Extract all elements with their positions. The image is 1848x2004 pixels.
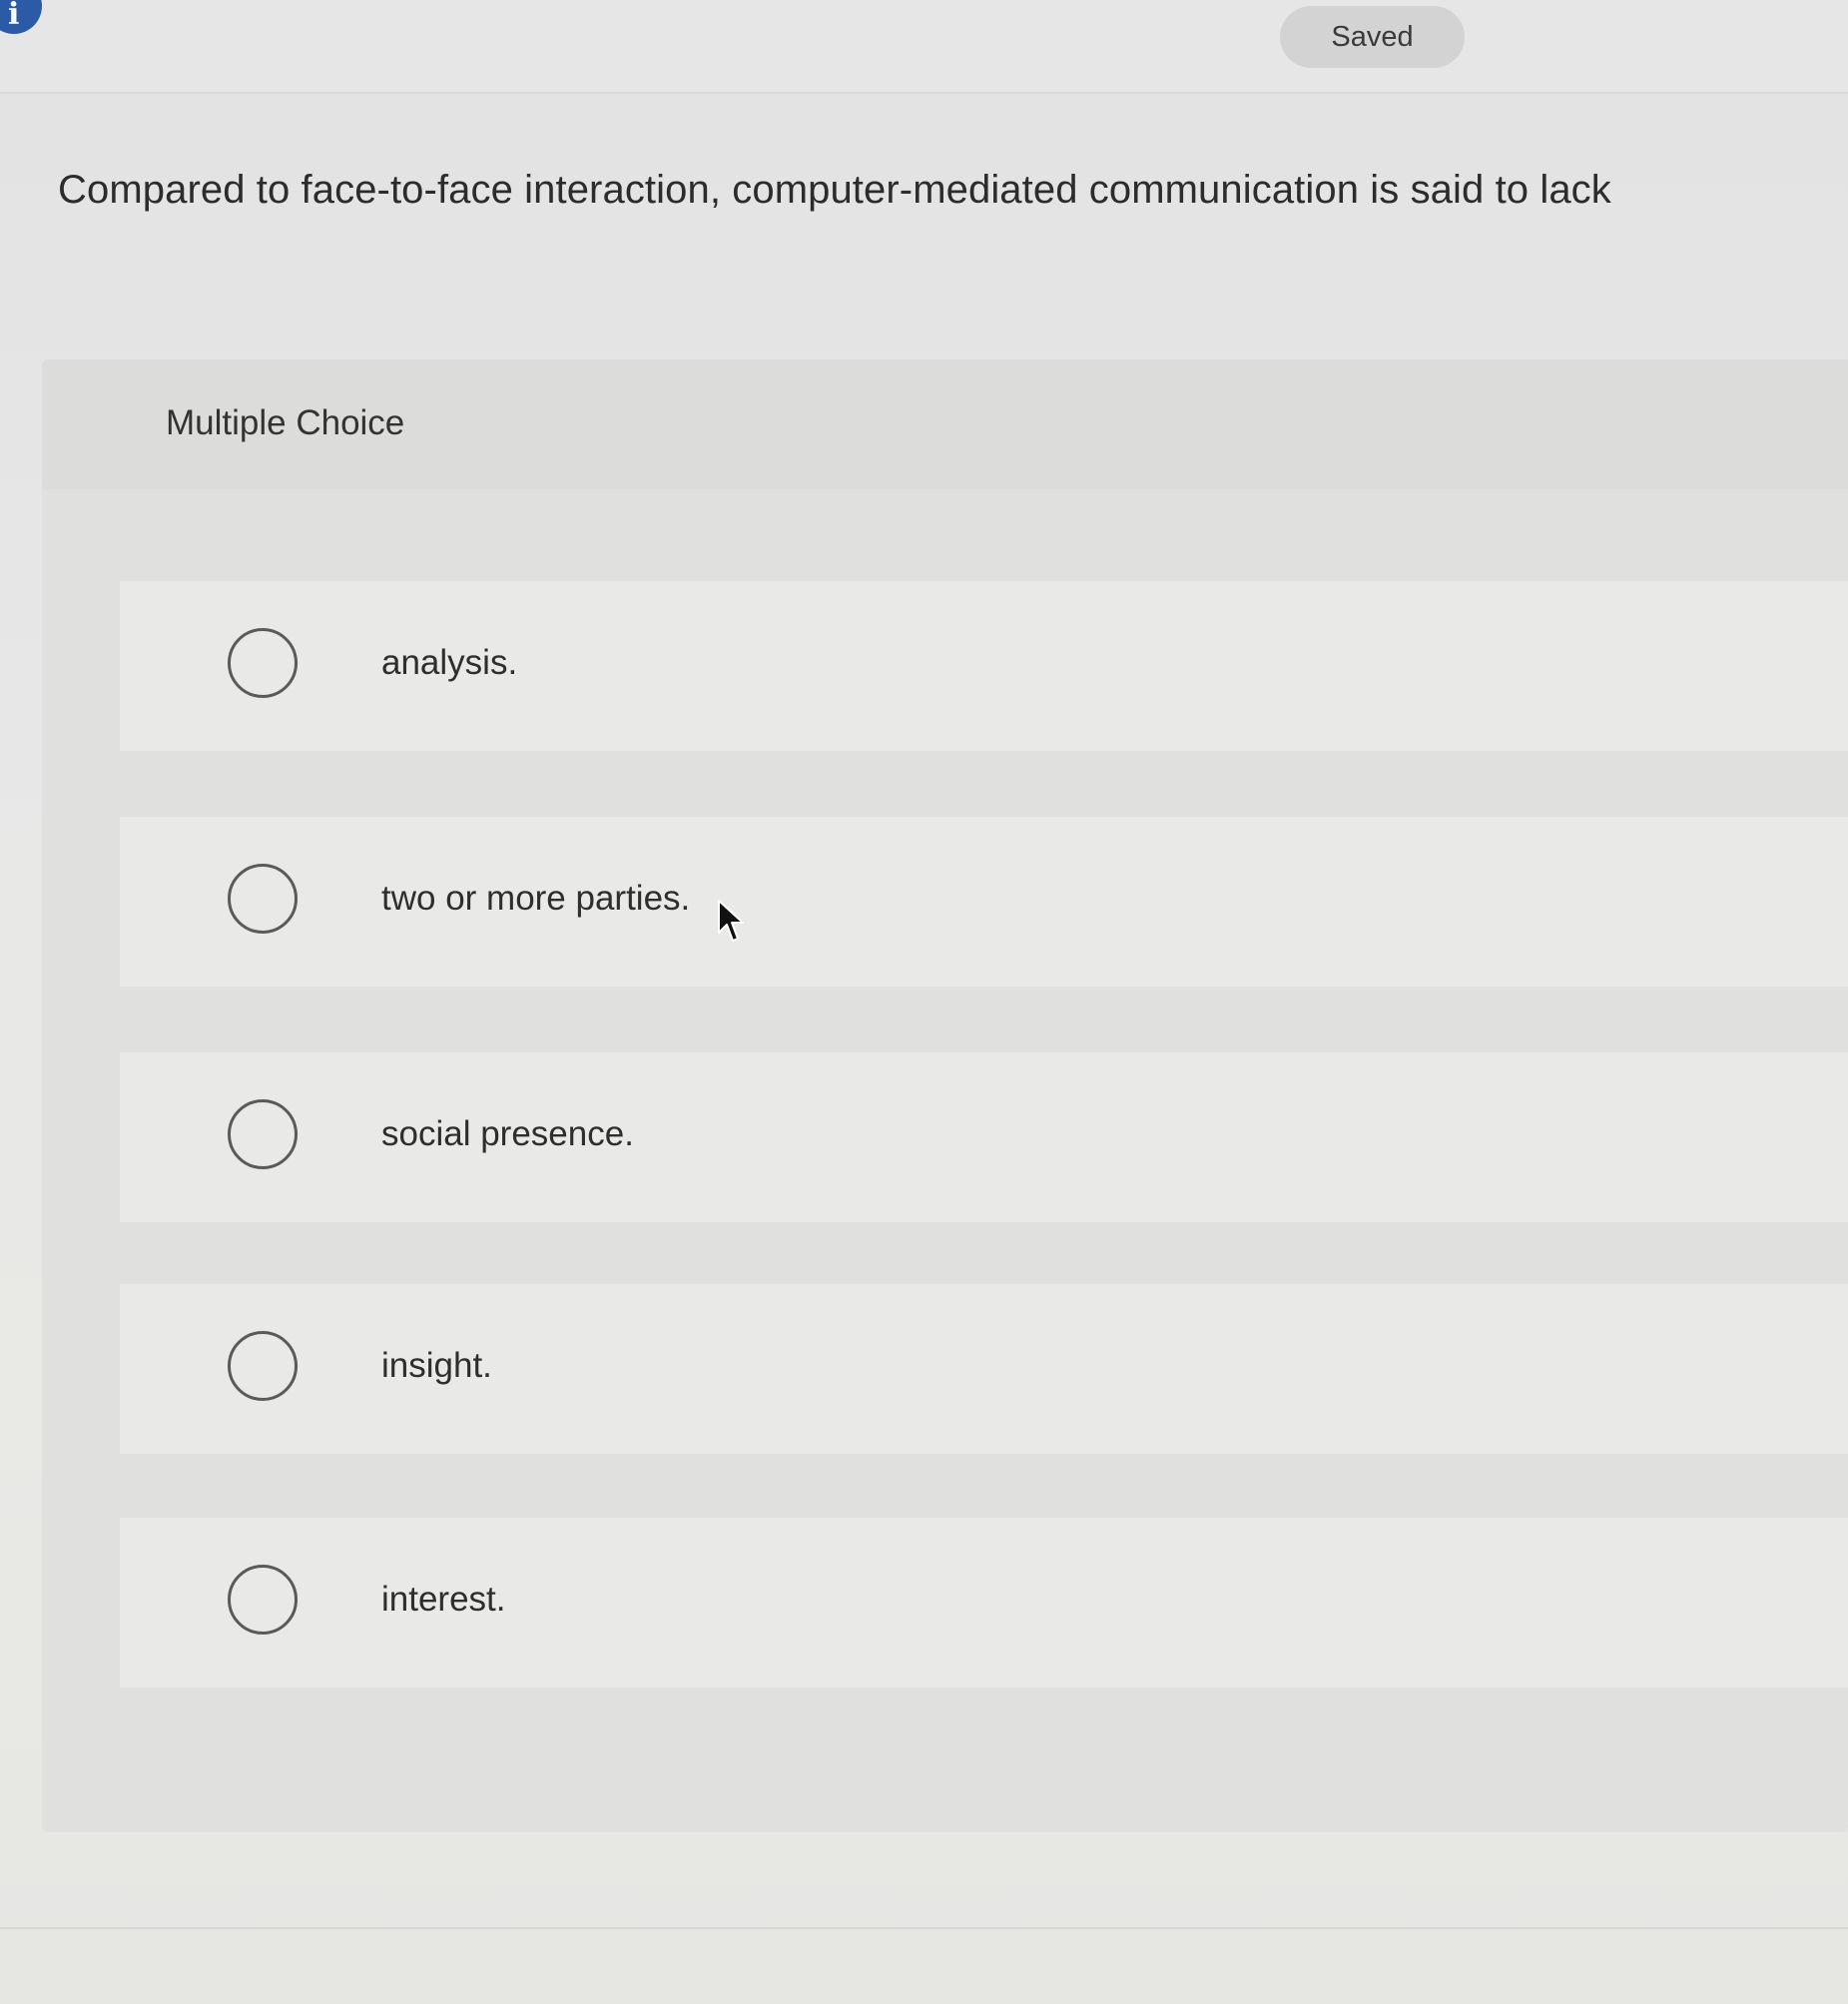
- multiple-choice-label: Multiple Choice: [166, 403, 405, 442]
- radio-icon[interactable]: [228, 864, 298, 934]
- info-icon-glyph: i: [8, 0, 20, 32]
- option-label: social presence.: [381, 1114, 634, 1153]
- answer-option-interest[interactable]: interest.: [120, 1518, 1848, 1687]
- option-label: insight.: [381, 1346, 492, 1385]
- radio-icon[interactable]: [228, 1565, 298, 1635]
- option-label: interest.: [381, 1580, 506, 1619]
- top-bar: i Saved: [0, 0, 1848, 94]
- option-label: analysis.: [381, 643, 518, 682]
- radio-icon[interactable]: [228, 1331, 298, 1401]
- radio-icon[interactable]: [228, 1099, 298, 1169]
- answer-option-analysis[interactable]: analysis.: [120, 581, 1848, 751]
- saved-status-badge: Saved: [1280, 6, 1465, 68]
- info-icon[interactable]: i: [0, 0, 42, 34]
- answer-option-social-presence[interactable]: social presence.: [120, 1052, 1848, 1222]
- answer-option-two-or-more-parties[interactable]: two or more parties.: [120, 817, 1848, 987]
- multiple-choice-card: Multiple Choice analysis. two or more pa…: [42, 359, 1848, 1832]
- option-label: two or more parties.: [381, 879, 691, 918]
- radio-icon[interactable]: [228, 628, 298, 698]
- mouse-cursor-icon: [718, 900, 744, 942]
- answer-option-insight[interactable]: insight.: [120, 1284, 1848, 1454]
- question-prompt: Compared to face-to-face interaction, co…: [58, 168, 1611, 212]
- page-divider: [0, 1927, 1848, 1929]
- multiple-choice-header: Multiple Choice: [42, 359, 1848, 489]
